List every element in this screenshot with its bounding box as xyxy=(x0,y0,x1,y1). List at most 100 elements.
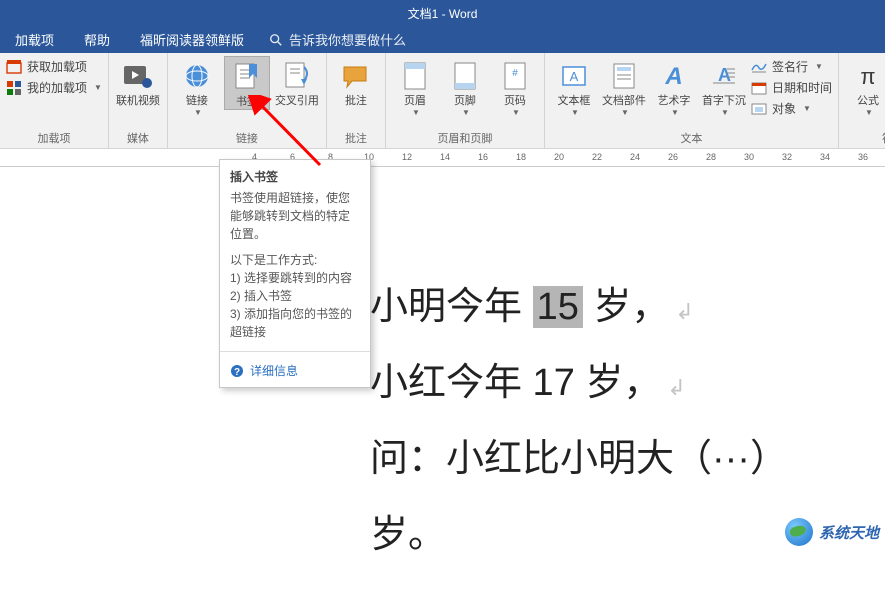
group-symbols-label: 符号 xyxy=(845,128,885,148)
tooltip-more-info-link[interactable]: ? 详细信息 xyxy=(220,354,370,387)
tab-addins[interactable]: 加载项 xyxy=(0,26,69,53)
addins-icon xyxy=(6,80,22,96)
tooltip-step: 2) 插入书签 xyxy=(230,287,360,305)
get-addins-button[interactable]: 获取加载项 xyxy=(6,58,102,75)
signature-icon xyxy=(751,60,767,74)
page-number-label: 页码 xyxy=(504,95,526,108)
ribbon-tabs: 加载项 帮助 福昕阅读器领鲜版 告诉我你想要做什么 xyxy=(0,26,885,53)
wordart-button[interactable]: A 艺术字▼ xyxy=(651,56,697,118)
link-icon xyxy=(183,62,211,90)
chevron-down-icon: ▼ xyxy=(194,108,202,118)
date-time-button[interactable]: 日期和时间 xyxy=(751,79,832,96)
footer-button[interactable]: 页脚▼ xyxy=(442,56,488,118)
signature-line-label: 签名行 xyxy=(772,58,808,75)
document-area: 4 6 8 10 12 14 16 18 20 22 24 26 28 30 3… xyxy=(0,149,885,552)
header-button[interactable]: 页眉▼ xyxy=(392,56,438,118)
chevron-down-icon: ▼ xyxy=(671,108,679,118)
get-addins-label: 获取加载项 xyxy=(27,58,87,75)
footer-icon xyxy=(454,62,476,90)
paragraph-mark-icon: ↲ xyxy=(675,299,693,324)
text-span: 小明今年 xyxy=(370,286,533,328)
wordart-icon: A xyxy=(660,62,688,90)
tab-foxit[interactable]: 福昕阅读器领鲜版 xyxy=(125,26,259,53)
page-number-button[interactable]: # 页码▼ xyxy=(492,56,538,118)
tell-me-label: 告诉我你想要做什么 xyxy=(289,30,406,49)
dropcap-icon: A xyxy=(711,63,737,89)
chevron-down-icon: ▼ xyxy=(721,108,729,118)
my-addins-button[interactable]: 我的加载项▼ xyxy=(6,79,102,96)
textbox-button[interactable]: A 文本框▼ xyxy=(551,56,597,118)
selected-text: 15 xyxy=(533,286,583,328)
date-time-label: 日期和时间 xyxy=(772,79,832,96)
tooltip-howto-title: 以下是工作方式: xyxy=(230,251,360,269)
svg-text:#: # xyxy=(512,68,518,79)
pagenum-icon: # xyxy=(504,62,526,90)
date-icon xyxy=(751,81,767,95)
comment-button[interactable]: 批注 xyxy=(333,56,379,108)
ruler-tick: 34 xyxy=(820,152,830,162)
quick-parts-button[interactable]: 文档部件▼ xyxy=(601,56,647,118)
ruler-tick: 32 xyxy=(782,152,792,162)
horizontal-ruler[interactable]: 4 6 8 10 12 14 16 18 20 22 24 26 28 30 3… xyxy=(0,149,885,167)
video-icon xyxy=(123,63,153,89)
comment-label: 批注 xyxy=(345,95,367,108)
online-video-label: 联机视频 xyxy=(116,95,160,108)
watermark-text: 系统天地 xyxy=(819,522,879,543)
svg-text:A: A xyxy=(570,69,579,84)
group-media: 联机视频 媒体 xyxy=(109,53,168,148)
svg-text:A: A xyxy=(664,63,682,90)
chevron-down-icon: ▼ xyxy=(803,104,811,113)
cross-ref-icon xyxy=(284,61,310,91)
equation-button[interactable]: π 公式▼ xyxy=(845,56,885,118)
tooltip-step: 3) 添加指向您的书签的超链接 xyxy=(230,305,360,341)
equation-icon: π xyxy=(854,62,882,90)
dropcap-button[interactable]: A 首字下沉▼ xyxy=(701,56,747,118)
text-span: 问：小红比小明大（···）岁。 xyxy=(370,438,788,556)
tell-me-search[interactable]: 告诉我你想要做什么 xyxy=(259,30,416,49)
footer-label: 页脚 xyxy=(454,95,476,108)
svg-text:?: ? xyxy=(234,367,240,378)
ruler-tick: 22 xyxy=(592,152,602,162)
chevron-down-icon: ▼ xyxy=(571,108,579,118)
paragraph-mark-icon: ↲ xyxy=(667,375,685,400)
ruler-tick: 16 xyxy=(478,152,488,162)
group-hf-label: 页眉和页脚 xyxy=(392,128,538,148)
chevron-down-icon: ▼ xyxy=(865,108,873,118)
ruler-tick: 28 xyxy=(706,152,716,162)
chevron-down-icon: ▼ xyxy=(462,108,470,118)
tab-help[interactable]: 帮助 xyxy=(69,26,125,53)
hyperlink-button[interactable]: 链接▼ xyxy=(174,56,220,118)
group-media-label: 媒体 xyxy=(115,128,161,148)
ruler-tick: 20 xyxy=(554,152,564,162)
dropcap-label: 首字下沉 xyxy=(702,95,746,108)
object-icon xyxy=(751,102,767,116)
help-icon: ? xyxy=(230,364,244,378)
group-text-label: 文本 xyxy=(551,128,832,148)
bookmark-tooltip: 插入书签 书签使用超链接，使您能够跳转到文档的特定位置。 以下是工作方式: 1)… xyxy=(219,159,371,388)
signature-line-button[interactable]: 签名行▼ xyxy=(751,58,832,75)
ruler-tick: 12 xyxy=(402,152,412,162)
store-icon xyxy=(6,59,22,75)
my-addins-label: 我的加载项 xyxy=(27,79,87,96)
group-addins-label: 加载项 xyxy=(6,128,102,148)
textbox-icon: A xyxy=(561,63,587,89)
group-symbols: π 公式▼ Ω 符号▼ 符号 xyxy=(839,53,885,148)
tooltip-link-label: 详细信息 xyxy=(250,362,298,379)
window-title: 文档1 - Word xyxy=(408,5,478,22)
header-icon xyxy=(404,62,426,90)
text-span: 小红今年 17 岁， xyxy=(370,362,661,404)
ruler-tick: 18 xyxy=(516,152,526,162)
equation-label: 公式 xyxy=(857,95,879,108)
chevron-down-icon: ▼ xyxy=(412,108,420,118)
group-comments-label: 批注 xyxy=(333,128,379,148)
search-icon xyxy=(269,33,283,47)
tooltip-step: 1) 选择要跳转到的内容 xyxy=(230,269,360,287)
chevron-down-icon: ▼ xyxy=(512,108,520,118)
online-video-button[interactable]: 联机视频 xyxy=(115,56,161,108)
parts-icon xyxy=(612,62,636,90)
ruler-tick: 24 xyxy=(630,152,640,162)
bookmark-icon xyxy=(234,62,260,92)
window-title-bar: 文档1 - Word xyxy=(0,0,885,26)
object-button[interactable]: 对象▼ xyxy=(751,100,832,117)
group-text: A 文本框▼ 文档部件▼ A 艺术字▼ A 首字下沉▼ 签名行▼ xyxy=(545,53,839,148)
